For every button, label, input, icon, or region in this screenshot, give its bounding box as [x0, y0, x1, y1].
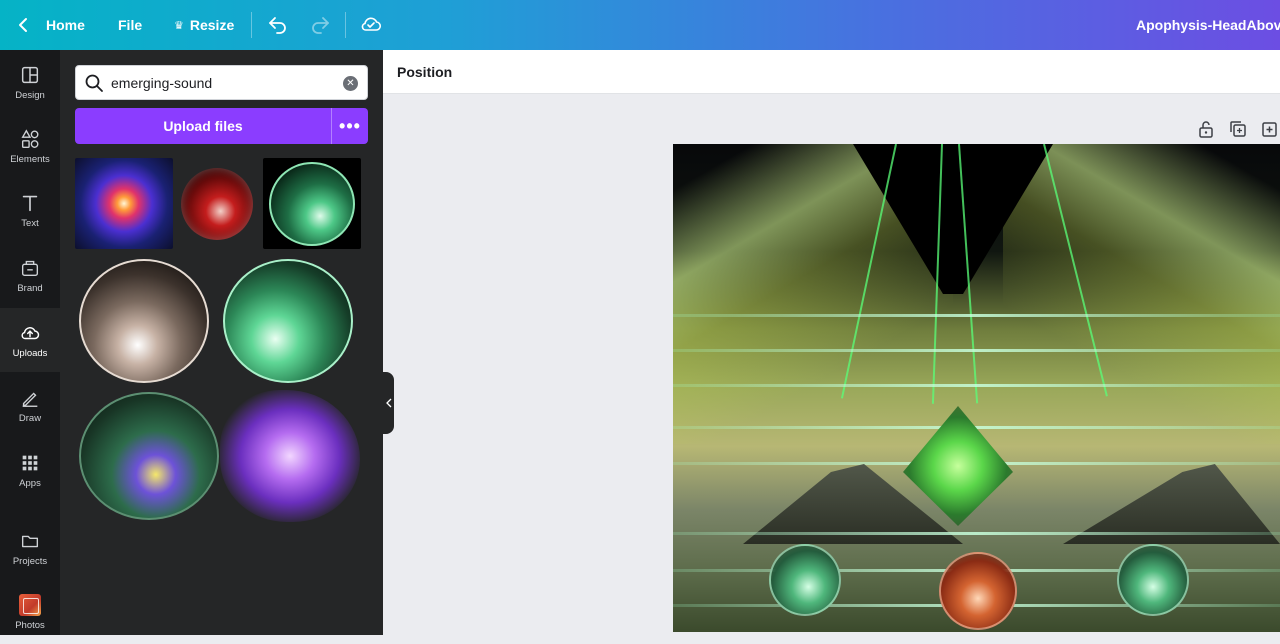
draw-icon [22, 391, 38, 407]
uploads-panel: ✕ Upload files ••• [60, 50, 383, 635]
artwork-light-line [673, 384, 1280, 387]
upload-files-button[interactable]: Upload files [75, 108, 332, 144]
upload-thumbnail[interactable] [220, 390, 360, 522]
rail-label: Text [21, 217, 39, 229]
clear-search-icon[interactable]: ✕ [343, 76, 358, 91]
upload-thumbnail[interactable] [79, 392, 219, 520]
more-options-button[interactable]: ••• [332, 108, 368, 144]
rail-label: Apps [19, 477, 41, 489]
collapse-panel-handle[interactable] [383, 372, 394, 434]
design-icon [21, 66, 39, 83]
folder-icon [21, 535, 39, 547]
rail-label: Projects [12, 555, 48, 567]
toolbar-divider [345, 12, 346, 38]
artwork-light-line [673, 314, 1280, 317]
back-chevron-icon[interactable] [18, 0, 28, 50]
search-box[interactable]: ✕ [75, 65, 368, 100]
upload-thumbnail[interactable] [79, 259, 209, 383]
cloud-saved-icon[interactable] [359, 12, 383, 36]
artwork-light-line [673, 532, 1280, 535]
thumbnail-orb [269, 162, 355, 246]
rail-label: Brand [17, 282, 43, 294]
upload-files-button-group: Upload files ••• [75, 108, 368, 144]
top-bar: Home File ♛ Resize Apophysis-HeadAboveW [0, 0, 1280, 50]
home-button[interactable]: Home [46, 0, 85, 50]
chevron-left-icon [385, 398, 391, 408]
resize-label: Resize [189, 17, 235, 33]
rail-label: Photos [15, 619, 45, 631]
rail-item-projects[interactable]: Projects [0, 516, 60, 580]
context-toolbar: Position [383, 50, 1280, 94]
upload-icon [21, 326, 40, 339]
rail-label: Design [15, 89, 45, 101]
rail-item-text[interactable]: Text [0, 178, 60, 242]
rail-label: Elements [10, 153, 50, 165]
search-input[interactable] [111, 70, 331, 96]
rail-item-apps[interactable]: Apps [0, 438, 60, 502]
rail-label: Draw [18, 412, 42, 424]
design-canvas[interactable] [673, 144, 1280, 632]
rail-item-uploads[interactable]: Uploads [0, 308, 60, 372]
position-button[interactable]: Position [397, 50, 452, 94]
upload-thumbnail[interactable] [223, 259, 353, 383]
redo-icon[interactable] [308, 13, 332, 37]
brand-icon [21, 260, 39, 276]
artwork-orb [769, 544, 841, 616]
rail-item-elements[interactable]: Elements [0, 114, 60, 178]
side-rail: Design Elements Text Brand Uploads Draw … [0, 50, 60, 635]
duplicate-page-icon[interactable] [1227, 118, 1249, 140]
elements-icon [21, 128, 39, 148]
text-icon [22, 195, 38, 211]
upload-thumbnail[interactable] [75, 158, 173, 249]
crown-icon: ♛ [174, 19, 184, 32]
resize-button[interactable]: ♛ Resize [174, 0, 234, 50]
artwork-orb [1117, 544, 1189, 616]
add-page-icon[interactable] [1259, 118, 1280, 140]
lock-icon[interactable] [1195, 118, 1217, 140]
artwork-orb [939, 552, 1017, 630]
rail-item-brand[interactable]: Brand [0, 243, 60, 307]
artwork-light-rays [1003, 144, 1280, 444]
rail-item-design[interactable]: Design [0, 50, 60, 114]
apps-icon [22, 455, 38, 470]
photos-icon [19, 593, 41, 616]
artwork-light-line [673, 349, 1280, 352]
search-icon [85, 74, 103, 92]
file-menu-button[interactable]: File [118, 0, 142, 50]
rail-label: Uploads [12, 347, 48, 359]
design-title[interactable]: Apophysis-HeadAboveW [1136, 0, 1280, 50]
undo-icon[interactable] [266, 13, 290, 37]
toolbar-divider [251, 12, 252, 38]
rail-item-photos[interactable]: Photos [0, 580, 60, 644]
rail-item-draw[interactable]: Draw [0, 373, 60, 437]
upload-thumbnail[interactable] [181, 168, 253, 240]
upload-thumbnail[interactable] [263, 158, 361, 249]
